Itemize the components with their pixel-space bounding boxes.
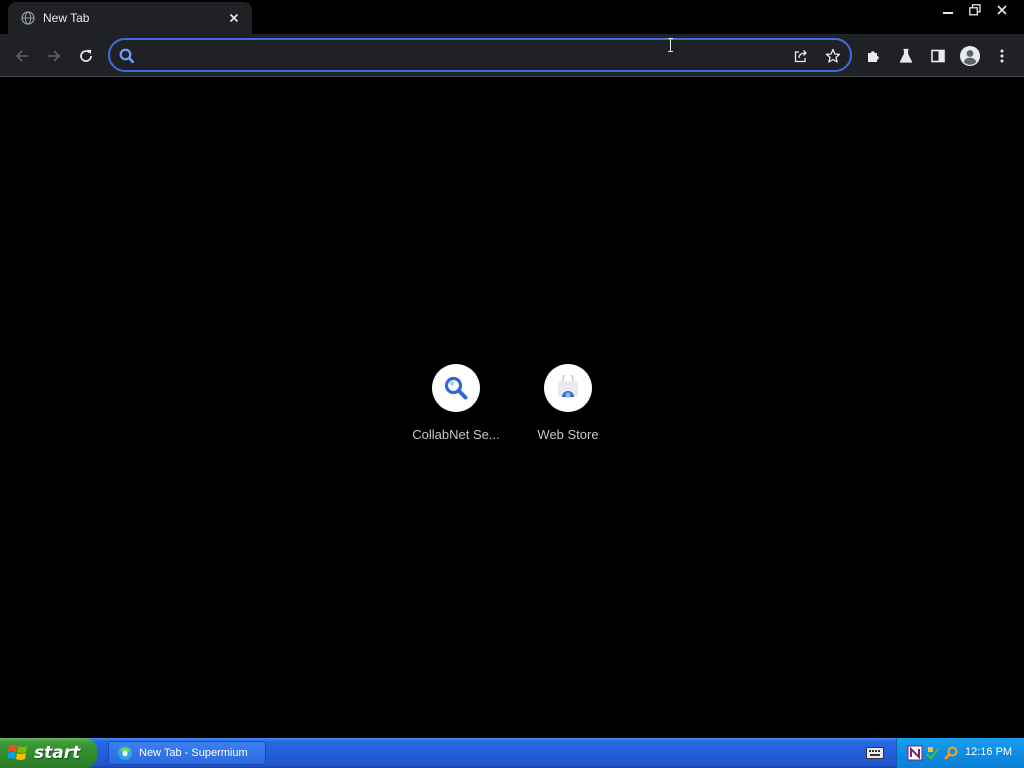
bookmark-star-button[interactable] <box>824 47 842 65</box>
tab-title: New Tab <box>43 11 90 25</box>
restore-button[interactable] <box>962 0 987 19</box>
network-icon[interactable] <box>925 745 941 761</box>
minimize-icon <box>942 11 953 14</box>
forward-button[interactable] <box>42 44 66 68</box>
share-button[interactable] <box>792 47 810 65</box>
omnibox-input[interactable] <box>142 44 782 66</box>
taskbar: start New Tab - Supermium 12:16 PM <box>0 738 1024 768</box>
text-cursor-icon <box>668 38 673 52</box>
tab-new-tab[interactable]: New Tab <box>8 2 252 34</box>
shortcut-label: Web Store <box>537 427 599 442</box>
arrow-left-icon <box>15 50 28 62</box>
start-button[interactable]: start <box>0 738 97 768</box>
minimize-button[interactable] <box>935 0 960 19</box>
kebab-menu-icon <box>1000 49 1004 63</box>
window-close-button[interactable] <box>989 0 1014 19</box>
share-icon <box>794 50 807 63</box>
globe-icon <box>21 11 35 25</box>
star-icon <box>825 48 841 63</box>
browser-toolbar <box>0 34 1024 77</box>
taskbar-item-label: New Tab - Supermium <box>139 747 248 759</box>
restore-icon <box>968 3 981 15</box>
shortcut-icon-circle <box>544 364 592 412</box>
search-icon <box>119 48 135 64</box>
flask-icon <box>899 48 913 63</box>
tab-strip: New Tab <box>0 0 1024 34</box>
omnibox[interactable] <box>108 38 852 72</box>
close-icon <box>996 4 1007 15</box>
arrow-right-icon <box>48 50 61 62</box>
close-icon[interactable] <box>227 11 241 25</box>
labs-button[interactable] <box>894 44 918 68</box>
web-store-icon <box>558 375 578 398</box>
keyboard-icon[interactable] <box>866 747 884 759</box>
supermium-icon <box>118 746 132 760</box>
extensions-button[interactable] <box>862 44 886 68</box>
taskbar-item[interactable]: New Tab - Supermium <box>108 741 266 765</box>
magnifier-icon <box>444 376 468 400</box>
back-button[interactable] <box>10 44 34 68</box>
shortcut-label: CollabNet Se... <box>412 427 500 442</box>
search-icon[interactable] <box>943 745 959 761</box>
shortcut-tile[interactable]: CollabNet Se... <box>400 364 512 448</box>
avatar-icon <box>960 46 980 66</box>
side-panel-icon <box>931 49 945 63</box>
shortcut-icon-circle <box>432 364 480 412</box>
system-tray: 12:16 PM <box>896 738 1024 768</box>
puzzle-icon <box>868 51 879 62</box>
side-panel-button[interactable] <box>926 44 950 68</box>
start-label: start <box>34 743 81 763</box>
onenote-icon[interactable] <box>907 745 923 761</box>
clock[interactable]: 12:16 PM <box>965 746 1012 758</box>
windows-logo-icon <box>8 744 27 761</box>
reload-button[interactable] <box>74 44 98 68</box>
menu-button[interactable] <box>990 44 1014 68</box>
shortcut-tile[interactable]: Web Store <box>512 364 624 448</box>
reload-icon <box>80 49 92 62</box>
window-controls <box>933 0 1014 19</box>
profile-button[interactable] <box>958 44 982 68</box>
